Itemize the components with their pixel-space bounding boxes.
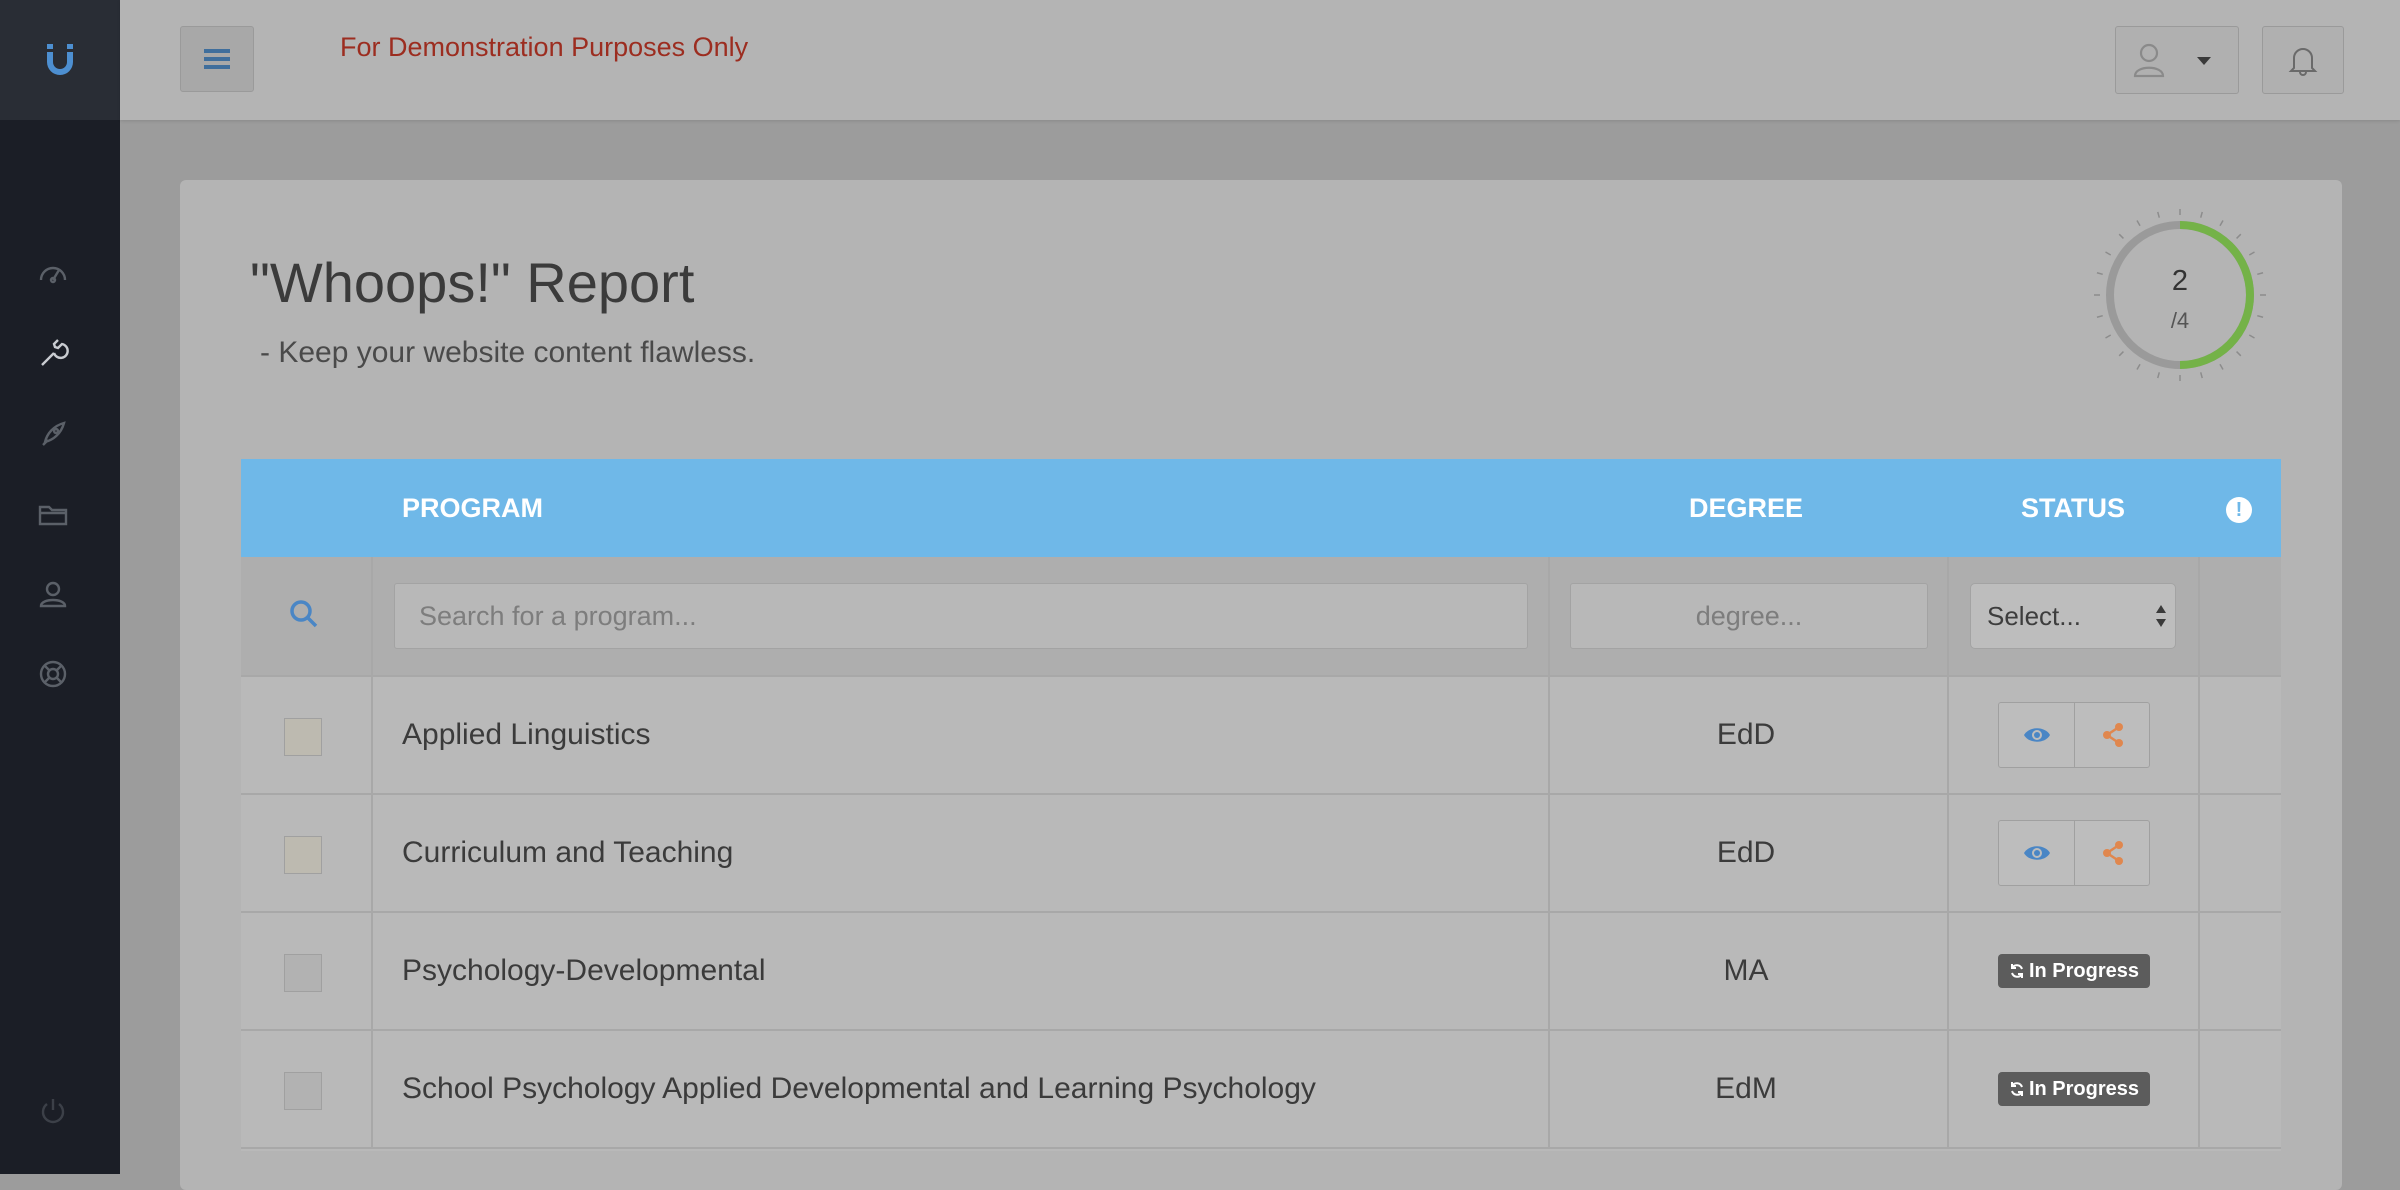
menu-toggle-button[interactable] <box>180 26 254 92</box>
gauge-tick <box>2219 220 2224 227</box>
page-title: "Whoops!" Report <box>250 251 695 314</box>
share-button[interactable] <box>2075 703 2150 767</box>
view-button[interactable] <box>1999 703 2074 767</box>
gauge-tick <box>2236 233 2242 239</box>
user-icon[interactable] <box>35 576 71 612</box>
sidebar <box>0 0 120 1174</box>
row-checkbox[interactable] <box>284 1072 322 1110</box>
top-bar: For Demonstration Purposes Only <box>120 0 2400 120</box>
lifebuoy-icon[interactable] <box>35 656 71 692</box>
row-checkbox[interactable] <box>284 836 322 874</box>
view-button[interactable] <box>1999 821 2074 885</box>
refresh-icon <box>2010 964 2023 978</box>
status-select[interactable]: Select... <box>1970 583 2176 649</box>
bell-icon <box>2288 48 2318 76</box>
row-checkbox[interactable] <box>284 718 322 756</box>
gauge-tick <box>2157 372 2161 379</box>
program-name[interactable]: Applied Linguistics <box>402 677 650 793</box>
gauge-tick <box>2105 251 2112 256</box>
gauge-tick <box>2219 363 2224 370</box>
logo-icon <box>47 44 73 75</box>
gauge-tick <box>2236 351 2242 357</box>
program-name[interactable]: Curriculum and Teaching <box>402 795 733 911</box>
programs-table: PROGRAM DEGREE STATUS ! Select... Applie… <box>241 459 2281 1151</box>
table-row[interactable]: Curriculum and Teaching EdD <box>241 795 2281 913</box>
user-menu-button[interactable] <box>2115 26 2239 94</box>
table-row[interactable]: Applied Linguistics EdD <box>241 677 2281 795</box>
gauge-tick <box>2248 251 2255 256</box>
info-icon[interactable]: ! <box>2226 497 2252 523</box>
hamburger-icon <box>204 49 230 69</box>
progress-total: /4 <box>2170 308 2190 333</box>
status-badge: In Progress <box>1998 954 2150 988</box>
degree-value: EdD <box>1716 718 1776 751</box>
gauge-tick <box>2118 233 2124 239</box>
refresh-icon <box>2010 1082 2023 1096</box>
user-icon <box>2133 43 2165 78</box>
caret-down-icon <box>2197 57 2211 65</box>
degree-value: MA <box>1723 954 1769 987</box>
search-icon[interactable] <box>289 599 319 629</box>
row-actions <box>1998 820 2150 886</box>
eye-icon <box>2023 846 2050 860</box>
degree-filter-input[interactable] <box>1570 583 1928 649</box>
row-actions <box>1998 702 2150 768</box>
demo-notice: For Demonstration Purposes Only <box>340 32 749 62</box>
share-icon <box>2102 841 2123 865</box>
degree-value: EdM <box>1715 1072 1777 1105</box>
power-icon[interactable] <box>35 1093 71 1129</box>
program-name[interactable]: Psychology-Developmental <box>402 913 766 1029</box>
gauge-tick <box>2157 211 2161 218</box>
row-checkbox[interactable] <box>284 954 322 992</box>
program-name[interactable]: School Psychology Applied Developmental … <box>402 1031 1316 1147</box>
rocket-icon[interactable] <box>35 416 71 452</box>
column-header-degree[interactable]: DEGREE <box>1545 459 1947 557</box>
gauge-tick <box>2118 351 2124 357</box>
dashboard-gauge-icon[interactable] <box>35 256 71 292</box>
program-search-input[interactable] <box>394 583 1528 649</box>
status-badge-label: In Progress <box>2028 959 2140 982</box>
table-header: PROGRAM DEGREE STATUS ! <box>241 459 2281 557</box>
gauge-tick <box>2105 334 2112 339</box>
page-subtitle: - Keep your website content flawless. <box>260 336 756 369</box>
progress-value: 2 <box>2171 265 2189 297</box>
gauge-tick <box>2248 334 2255 339</box>
notifications-button[interactable] <box>2262 26 2344 94</box>
gauge-tick <box>2199 211 2203 218</box>
status-select-value: Select... <box>1987 601 2081 631</box>
table-row[interactable]: Psychology-Developmental MA In Progress <box>241 913 2281 1031</box>
wrench-icon[interactable] <box>35 336 71 372</box>
table-row[interactable]: School Psychology Applied Developmental … <box>241 1031 2281 1149</box>
share-icon <box>2102 723 2123 747</box>
status-badge: In Progress <box>1998 1072 2150 1106</box>
gauge-tick <box>2136 363 2141 370</box>
gauge-tick <box>2199 372 2203 379</box>
column-header-status[interactable]: STATUS <box>1948 459 2198 557</box>
gauge-tick <box>2136 220 2141 227</box>
filter-row: Select... <box>241 557 2281 677</box>
share-button[interactable] <box>2075 821 2150 885</box>
degree-value: EdD <box>1716 836 1776 869</box>
eye-icon <box>2023 728 2050 742</box>
app-logo[interactable] <box>0 0 120 120</box>
progress-gauge: 2 /4 <box>2090 205 2270 385</box>
column-header-program[interactable]: PROGRAM <box>402 459 543 557</box>
folder-icon[interactable] <box>35 496 71 532</box>
select-arrows-icon <box>2156 605 2166 627</box>
status-badge-label: In Progress <box>2028 1077 2140 1100</box>
